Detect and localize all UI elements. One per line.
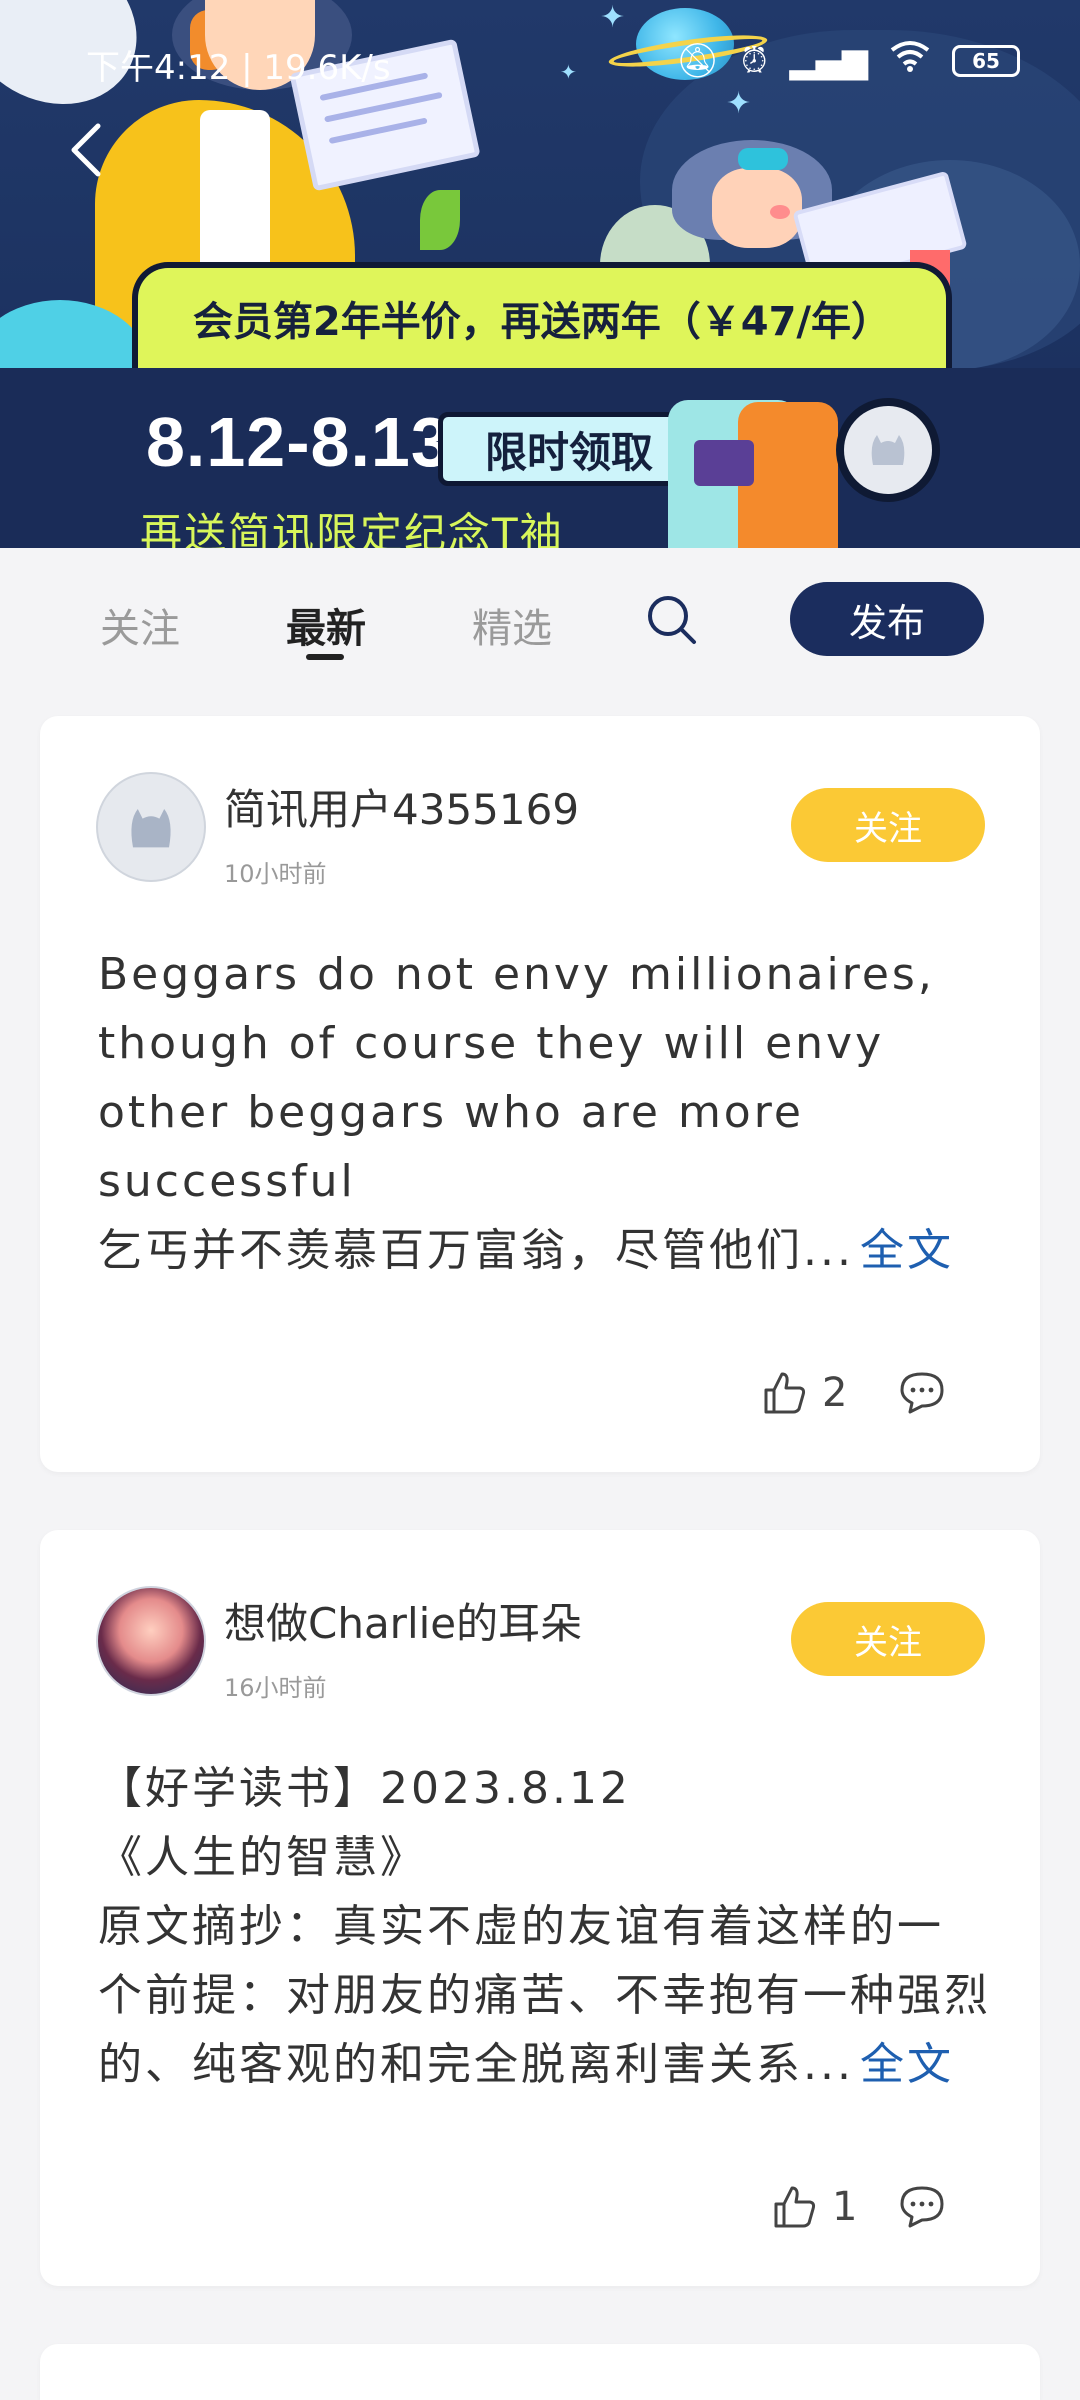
chevron-left-icon [71, 123, 101, 177]
post-timestamp: 10小时前 [224, 860, 327, 888]
leaf-illustration [420, 190, 460, 250]
avatar[interactable] [96, 1586, 206, 1696]
tshirt-logo [694, 440, 754, 486]
post-line-text: 乞丐并不羡慕百万富翁，尽管他们... [98, 1225, 854, 1276]
tab-latest[interactable]: 最新 [286, 596, 366, 654]
status-bar: 下午4:12 | 19.6K/s 🔕︎ ⏰︎ ▂▄▆ 65 [0, 0, 1080, 130]
post-content[interactable]: Beggars do not envy millionaires, though… [98, 940, 998, 1285]
cat-icon [871, 435, 905, 465]
post-timestamp: 16小时前 [224, 1674, 327, 1702]
comment-button[interactable] [898, 2182, 950, 2234]
comment-icon [900, 1372, 944, 1414]
post-line-text: 的、纯客观的和完全脱离利害关系... [98, 2039, 854, 2090]
post-line: 乞丐并不羡慕百万富翁，尽管他们... 全文 [98, 1216, 998, 1285]
status-time: 下午4:12 | 19.6K/s [86, 48, 391, 88]
signal-icon: ▂▄▆ [789, 40, 868, 81]
post-username[interactable]: 简讯用户4355169 [224, 776, 579, 837]
search-icon [648, 596, 696, 644]
headband-illustration [738, 148, 788, 170]
like-button[interactable]: 2 [762, 1370, 847, 1416]
post-line: 原文摘抄：真实不虚的友谊有着这样的一 [98, 1901, 944, 1952]
post-card[interactable]: 简讯用户4355169 10小时前 关注 Beggars do not envy… [40, 716, 1040, 1472]
banner-avatar [836, 398, 940, 502]
post-card[interactable]: 想做Charlie的耳朵 16小时前 关注 【好学读书】2023.8.12 《人… [40, 1530, 1040, 2286]
promo-date-range: 8.12-8.13 [146, 403, 451, 481]
cat-icon [131, 809, 171, 848]
promo-headline: 会员第2年半价，再送两年（￥47/年） [132, 262, 952, 368]
post-line: 《人生的智慧》 [98, 1832, 427, 1883]
like-count: 2 [822, 1370, 848, 1416]
post-line: Beggars do not envy millionaires, [98, 949, 935, 1000]
search-button[interactable] [644, 592, 700, 648]
comment-button[interactable] [898, 1368, 950, 1420]
follow-button[interactable]: 关注 [791, 1602, 985, 1676]
like-button[interactable]: 1 [772, 2184, 857, 2230]
back-button[interactable] [56, 110, 116, 190]
status-icons: 🔕︎ ⏰︎ ▂▄▆ 65 [676, 40, 1020, 81]
publish-button[interactable]: 发布 [790, 582, 984, 656]
avatar[interactable] [96, 772, 206, 882]
post-card[interactable] [40, 2344, 1040, 2400]
tab-featured[interactable]: 精选 [472, 596, 552, 654]
comment-icon [900, 2186, 944, 2228]
post-line: 个前提：对朋友的痛苦、不幸抱有一种强烈 [98, 1970, 991, 2021]
thumbs-up-icon [764, 1372, 806, 1414]
post-username[interactable]: 想做Charlie的耳朵 [224, 1590, 582, 1651]
active-tab-indicator [306, 654, 344, 660]
post-line: 【好学读书】2023.8.12 [98, 1763, 631, 1814]
follow-button[interactable]: 关注 [791, 788, 985, 862]
tab-following[interactable]: 关注 [100, 596, 180, 654]
post-line: other beggars who are more [98, 1087, 804, 1138]
post-line: 的、纯客观的和完全脱离利害关系... 全文 [98, 2030, 998, 2099]
full-text-link[interactable]: 全文 [860, 2039, 954, 2090]
wifi-icon [890, 40, 930, 81]
promo-banner[interactable]: ✦ ✦ ✦ ✦ 会员第2年半价，再送两年（￥47/年） 8.12-8.13 限时… [0, 0, 1080, 548]
full-text-link[interactable]: 全文 [860, 1225, 954, 1276]
thumbs-up-icon [774, 2186, 816, 2228]
post-line: successful [98, 1156, 356, 1207]
feed-tab-bar: 关注 最新 精选 发布 [0, 548, 1080, 684]
reader2-cheek [770, 205, 790, 219]
like-count: 1 [832, 2184, 858, 2230]
mute-icon: 🔕︎ [675, 40, 720, 81]
limited-claim-badge: 限时领取 [438, 412, 700, 486]
alarm-icon: ⏰︎ [741, 40, 768, 81]
battery-icon: 65 [952, 44, 1020, 77]
promo-gift-text: 再送简讯限定纪念T袖 [140, 509, 564, 548]
post-content[interactable]: 【好学读书】2023.8.12 《人生的智慧》 原文摘抄：真实不虚的友谊有着这样… [98, 1754, 998, 2099]
post-line: though of course they will envy [98, 1018, 885, 1069]
